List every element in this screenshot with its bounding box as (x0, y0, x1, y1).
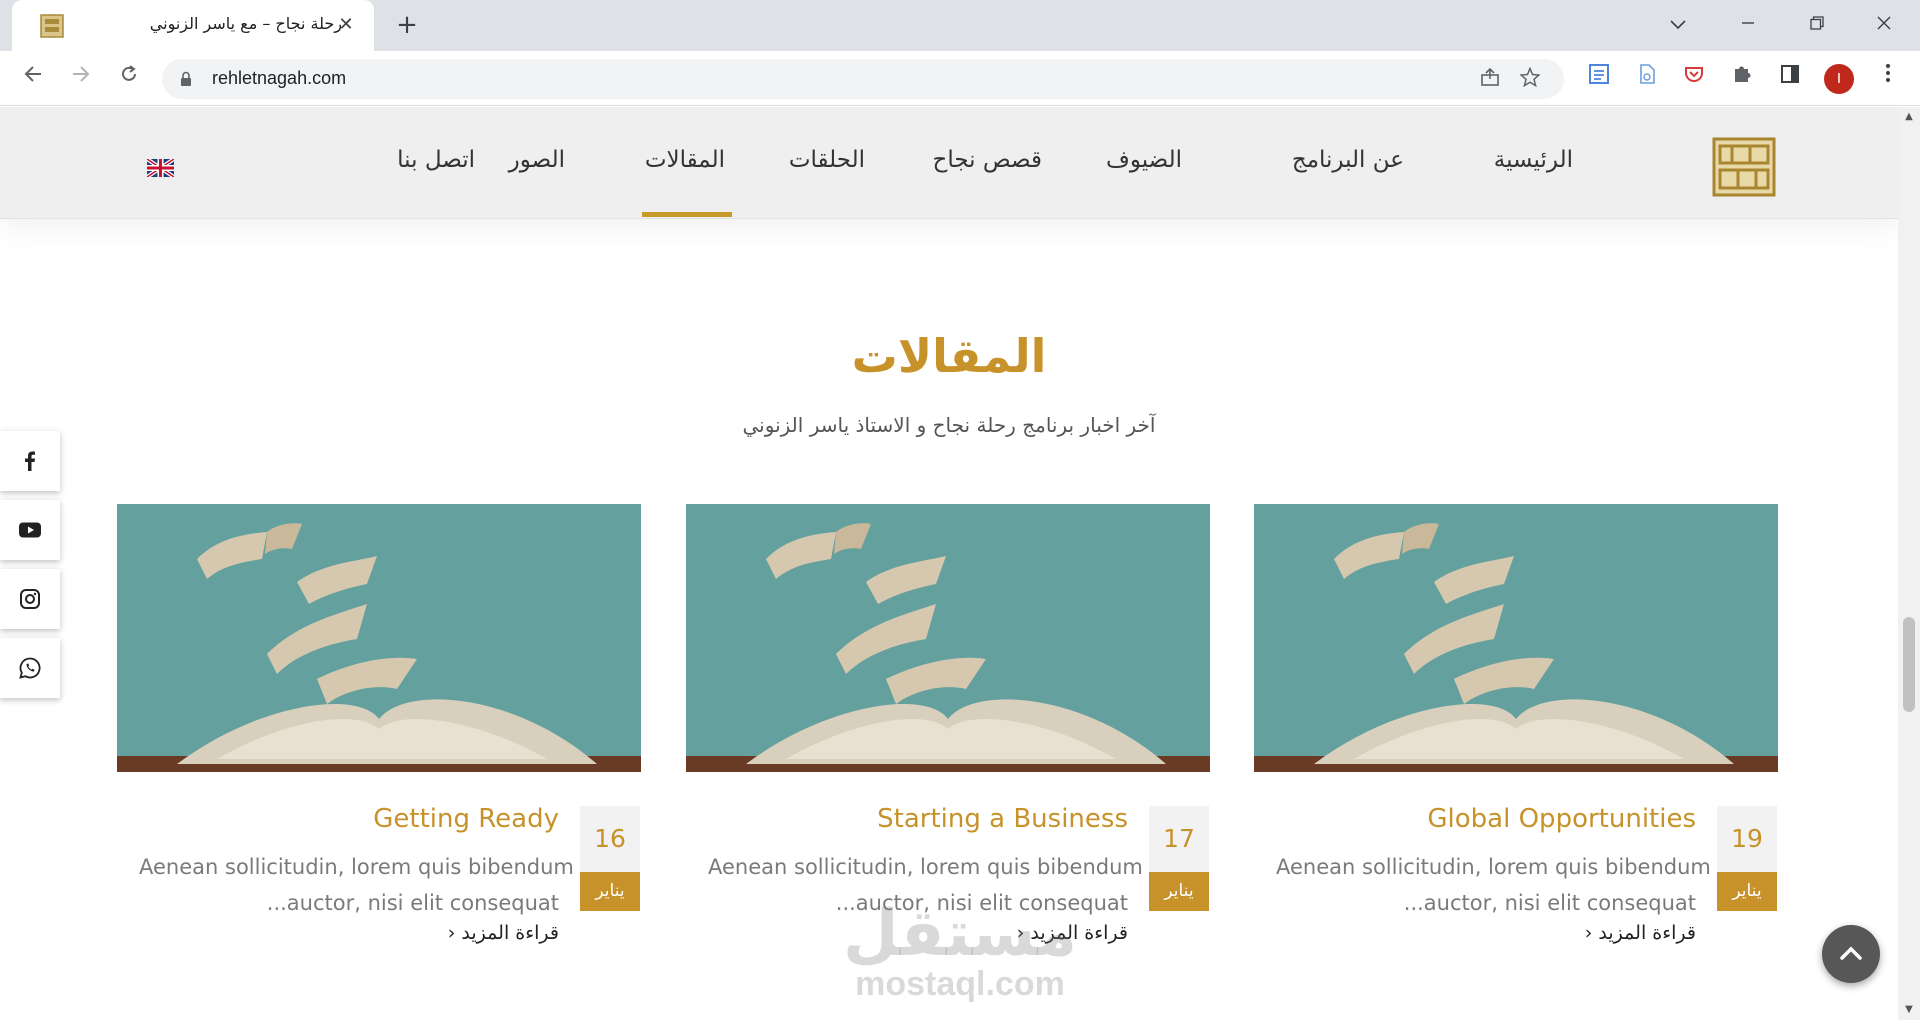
scroll-down-arrow-icon[interactable]: ▼ (1903, 1004, 1915, 1015)
excerpt-line: ...auctor, nisi elit consequat (266, 891, 559, 915)
article-excerpt: Aenean sollicitudin, lorem quis bibendum… (1276, 849, 1711, 921)
whatsapp-icon (19, 657, 41, 679)
youtube-icon (19, 522, 41, 538)
minimize-icon[interactable] (1728, 10, 1768, 40)
pocket-extension-icon[interactable] (1680, 63, 1708, 91)
nav-articles[interactable]: المقالات (645, 147, 725, 173)
site-favicon-icon (40, 14, 64, 38)
article-month: يناير (1717, 872, 1777, 911)
watermark-arabic: مستقل (842, 897, 1078, 971)
excerpt-line: ...auctor, nisi elit consequat (1403, 891, 1696, 915)
nav-success-stories[interactable]: قصص نجاح (932, 147, 1042, 173)
extensions-puzzle-icon[interactable] (1728, 63, 1756, 91)
new-tab-button[interactable]: + (392, 10, 422, 40)
article-title[interactable]: Getting Ready (373, 804, 559, 834)
article-card[interactable]: 17 يناير Starting a Business Aenean soll… (686, 504, 1210, 944)
chrome-menu-icon[interactable] (1874, 63, 1902, 91)
article-title[interactable]: Global Opportunities (1427, 804, 1696, 834)
nav-contact[interactable]: اتصل بنا (397, 147, 475, 173)
article-date: 17 يناير (1149, 806, 1209, 911)
page-scrollbar[interactable]: ▲ ▼ (1898, 107, 1920, 1020)
pdf-extension-icon[interactable] (1633, 63, 1661, 91)
nav-photos[interactable]: الصور (509, 147, 565, 173)
nav-home[interactable]: الرئيسية (1494, 147, 1573, 173)
site-logo[interactable] (1712, 137, 1776, 197)
article-title[interactable]: Starting a Business (877, 804, 1128, 834)
article-day: 16 (580, 806, 640, 872)
read-more-label: قراءة المزيد (1598, 922, 1696, 944)
instagram-icon (20, 589, 40, 609)
section-title: المقالات (851, 329, 1047, 383)
browser-tab-bar: رحلة نجاح – مع ياسر الزنوني ✕ + (0, 0, 1920, 51)
article-card[interactable]: 16 يناير Getting Ready Aenean sollicitud… (117, 504, 641, 944)
tab-search-icon[interactable] (1658, 10, 1698, 40)
share-icon[interactable] (1478, 67, 1502, 91)
instagram-button[interactable] (0, 569, 60, 629)
section-subtitle: آخر اخبار برنامج رحلة نجاح و الاستاذ ياس… (742, 413, 1156, 437)
tab-title: رحلة نجاح – مع ياسر الزنوني (149, 14, 342, 33)
url-text: rehletnagah.com (212, 68, 347, 88)
article-day: 19 (1717, 806, 1777, 872)
chevron-up-icon (1840, 946, 1862, 960)
article-excerpt: Aenean sollicitudin, lorem quis bibendum… (139, 849, 574, 921)
article-day: 17 (1149, 806, 1209, 872)
read-more-label: قراءة المزيد (461, 922, 559, 944)
uk-flag-icon[interactable] (147, 159, 174, 177)
article-image[interactable] (686, 504, 1210, 772)
browser-tab[interactable]: رحلة نجاح – مع ياسر الزنوني ✕ (12, 0, 374, 51)
nav-guests[interactable]: الضيوف (1106, 147, 1182, 173)
chevron-left-icon: ‹ (447, 922, 456, 944)
bookmark-star-icon[interactable] (1518, 66, 1542, 91)
restore-icon[interactable] (1797, 10, 1837, 40)
nav-active-indicator (642, 212, 732, 217)
reload-icon[interactable] (114, 63, 144, 93)
whatsapp-button[interactable] (0, 638, 60, 698)
watermark-english: mostaql.com (855, 965, 1065, 1003)
tab-close-icon[interactable]: ✕ (334, 13, 358, 37)
facebook-icon (25, 451, 35, 471)
site-header: الرئيسية عن البرنامج الضيوف قصص نجاح الح… (0, 107, 1898, 219)
chevron-left-icon: ‹ (1584, 922, 1593, 944)
scroll-thumb[interactable] (1903, 617, 1915, 712)
forward-icon[interactable] (66, 63, 96, 93)
back-icon[interactable] (18, 63, 48, 93)
article-month: يناير (1149, 872, 1209, 911)
excerpt-line: Aenean sollicitudin, lorem quis bibendum (708, 855, 1143, 879)
facebook-button[interactable] (0, 431, 60, 491)
lock-icon (181, 71, 191, 86)
side-panel-icon[interactable] (1776, 63, 1804, 91)
nav-about[interactable]: عن البرنامج (1292, 147, 1404, 173)
close-window-icon[interactable] (1864, 10, 1904, 40)
article-month: يناير (580, 872, 640, 911)
article-image[interactable] (1254, 504, 1778, 772)
docs-extension-icon[interactable] (1585, 63, 1613, 91)
watermark: مستقل mostaql.com (840, 902, 1080, 1002)
browser-toolbar: rehletnagah.com (0, 51, 1920, 106)
read-more-link[interactable]: قراءة المزيد ‹ (448, 922, 559, 944)
excerpt-line: Aenean sollicitudin, lorem quis bibendum (139, 855, 574, 879)
scroll-up-arrow-icon[interactable]: ▲ (1903, 111, 1915, 122)
read-more-link[interactable]: قراءة المزيد ‹ (1585, 922, 1696, 944)
article-image[interactable] (117, 504, 641, 772)
address-bar[interactable]: rehletnagah.com (162, 59, 1564, 99)
youtube-button[interactable] (0, 500, 60, 560)
article-date: 19 يناير (1717, 806, 1777, 911)
web-page: الرئيسية عن البرنامج الضيوف قصص نجاح الح… (0, 107, 1920, 1020)
article-date: 16 يناير (580, 806, 640, 911)
article-card[interactable]: 19 يناير Global Opportunities Aenean sol… (1254, 504, 1778, 944)
scroll-to-top-button[interactable] (1822, 925, 1880, 983)
excerpt-line: Aenean sollicitudin, lorem quis bibendum (1276, 855, 1711, 879)
profile-avatar[interactable]: I (1824, 64, 1854, 94)
nav-episodes[interactable]: الحلقات (789, 147, 865, 173)
